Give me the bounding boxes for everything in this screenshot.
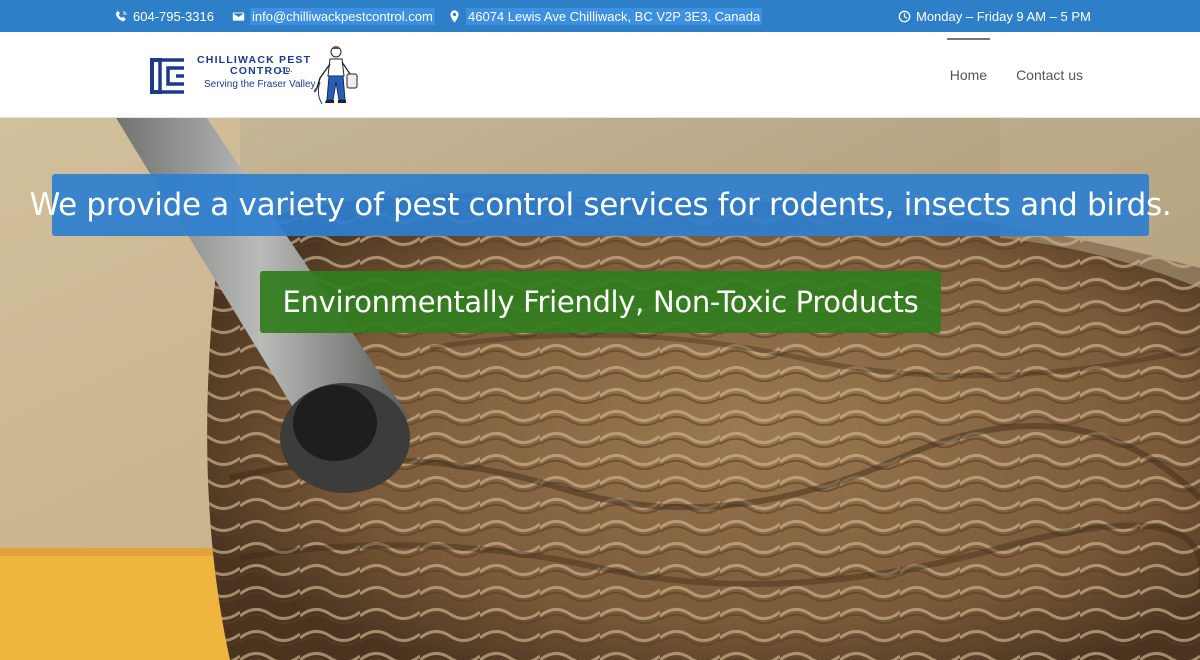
- phone-icon: [115, 10, 127, 21]
- business-hours: Monday – Friday 9 AM – 5 PM: [898, 0, 1091, 32]
- top-contact-bar: 604-795-3316 info@chilliwackpestcontrol.…: [0, 0, 1200, 32]
- logo-suffix: LTD.: [279, 68, 292, 74]
- map-pin-icon: [450, 9, 459, 23]
- exterminator-illustration-icon: [314, 46, 358, 105]
- email-contact[interactable]: info@chilliwackpestcontrol.com: [232, 0, 435, 32]
- hero-headline: We provide a variety of pest control ser…: [30, 174, 1172, 236]
- envelope-icon: [232, 11, 245, 21]
- street-address: 46074 Lewis Ave Chilliwack, BC V2P 3E3, …: [466, 7, 763, 25]
- clock-icon: [898, 10, 911, 22]
- company-logo[interactable]: CHILLIWACK PEST CONTROL LTD. Serving the…: [148, 44, 366, 108]
- site-header: CHILLIWACK PEST CONTROL LTD. Serving the…: [0, 32, 1200, 118]
- phone-number: 604-795-3316: [133, 8, 214, 24]
- main-nav: Home Contact us: [946, 32, 1083, 118]
- phone-contact[interactable]: 604-795-3316: [115, 0, 214, 32]
- hero-section: We provide a variety of pest control ser…: [0, 118, 1200, 660]
- cpc-monogram-icon: [150, 58, 184, 94]
- address-contact[interactable]: 46074 Lewis Ave Chilliwack, BC V2P 3E3, …: [448, 0, 763, 32]
- logo-tagline: Serving the Fraser Valley: [204, 79, 316, 90]
- hours-text: Monday – Friday 9 AM – 5 PM: [916, 8, 1091, 24]
- nav-contact-us[interactable]: Contact us: [1016, 65, 1083, 85]
- hero-subheadline: Environmentally Friendly, Non-Toxic Prod…: [260, 271, 941, 333]
- nav-home[interactable]: Home: [946, 38, 991, 85]
- email-address: info@chilliwackpestcontrol.com: [250, 7, 435, 25]
